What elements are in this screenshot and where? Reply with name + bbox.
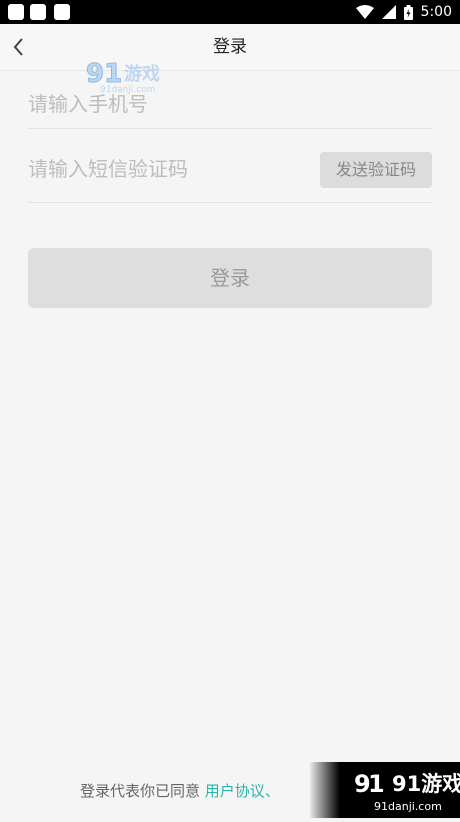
notification-icon — [8, 4, 24, 20]
watermark-badge: 9 1 91游戏 91danji.com — [310, 762, 460, 818]
send-code-button[interactable]: 发送验证码 — [320, 152, 432, 188]
agreement-separator: 、 — [264, 782, 280, 800]
notification-icon — [54, 4, 70, 20]
phone-field-row — [28, 74, 432, 129]
notification-icon — [30, 4, 46, 20]
user-agreement-link[interactable]: 用户协议 — [205, 782, 265, 800]
signal-icon — [381, 5, 396, 19]
status-time: 5:00 — [420, 4, 452, 20]
agreement-prefix: 登录代表你已同意 — [80, 782, 201, 800]
wifi-icon — [355, 5, 374, 19]
watermark-url: 91danji.com — [374, 800, 442, 813]
battery-icon — [403, 4, 413, 20]
login-button[interactable]: 登录 — [28, 248, 432, 308]
code-field-row: 发送验证码 — [28, 136, 432, 203]
status-bar: 5:00 — [0, 0, 460, 24]
phone-input[interactable] — [28, 88, 432, 120]
agreement-text: 登录代表你已同意 用户协议、 — [80, 780, 280, 801]
page-title: 登录 — [213, 37, 247, 57]
svg-text:1: 1 — [368, 770, 385, 798]
verification-code-input[interactable] — [28, 153, 308, 185]
header: 登录 — [0, 24, 460, 71]
watermark-brand: 91游戏 — [392, 772, 460, 796]
